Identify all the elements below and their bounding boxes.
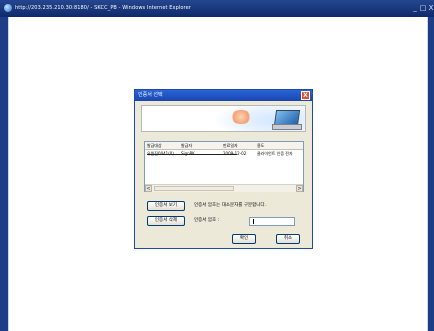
text-caret (253, 219, 254, 224)
window-frame-left (0, 17, 8, 331)
browser-title: http://203.235.210.30:8180/ - SKCC_PB - … (15, 5, 191, 11)
view-certificate-button[interactable]: 인증서 보기 (147, 201, 185, 211)
row-strike-line (147, 154, 237, 155)
minimize-button[interactable]: _ (411, 4, 419, 12)
ok-button[interactable]: 확인 (232, 234, 256, 244)
scroll-left-arrow[interactable]: < (145, 185, 152, 192)
ie-logo-icon (4, 4, 12, 12)
column-header-expiry[interactable]: 만료일자 (223, 142, 238, 149)
laptop-base (272, 124, 302, 130)
banner-orb (230, 110, 252, 124)
dialog-banner-image (141, 105, 306, 132)
column-header-subject[interactable]: 발급대상 (147, 142, 162, 149)
browser-titlebar: http://203.235.210.30:8180/ - SKCC_PB - … (0, 0, 434, 17)
cert-usage: 클라이언트 인증 전자 (257, 151, 293, 156)
scroll-right-arrow[interactable]: > (296, 185, 303, 192)
column-header-usage[interactable]: 용도 (257, 142, 264, 149)
scroll-thumb[interactable] (154, 186, 234, 191)
password-input[interactable] (249, 217, 295, 226)
certificate-list-header: 발급대상 발급자 만료일자 용도 (145, 142, 303, 150)
dialog-titlebar: 인증서 선택 X (135, 90, 312, 101)
close-window-button[interactable]: X (427, 4, 434, 12)
cancel-button[interactable]: 취소 (276, 234, 300, 244)
dialog-close-button[interactable]: X (301, 91, 310, 100)
maximize-button[interactable]: □ (419, 4, 427, 12)
column-header-issuer[interactable]: 발급자 (181, 142, 192, 149)
dialog-title: 인증서 선택 (138, 92, 163, 98)
password-label: 인증서 암호 : (194, 218, 220, 223)
delete-certificate-button[interactable]: 인증서 삭제 (147, 216, 185, 226)
horizontal-scrollbar[interactable]: < > (145, 184, 303, 192)
case-sensitive-hint: 인증서 암호는 대소문자를 구분합니다. (194, 203, 266, 208)
certificate-dialog: 인증서 선택 X 발급대상 발급자 만료일자 용도 유원진0041(0)… Si… (134, 89, 313, 249)
certificate-list[interactable]: 발급대상 발급자 만료일자 용도 유원진0041(0)… SignPK 2009… (144, 141, 304, 192)
